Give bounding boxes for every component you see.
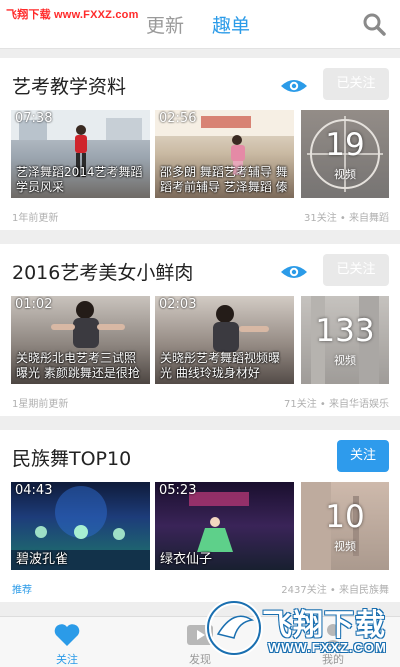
eye-icon	[281, 80, 307, 92]
video-caption: 关晓彤艺考舞蹈视频曝光 曲线玲珑身材好	[160, 351, 281, 380]
video-duration: 01:02	[15, 297, 53, 312]
nav-label: 关注	[56, 653, 78, 666]
video-count-label: 视频	[334, 354, 356, 367]
video-caption: 关晓彤北电艺考三试照曝光 素颜跳舞还是很抢	[16, 351, 140, 380]
video-thumbnail[interactable]: 01:02 关晓彤北电艺考三试照曝光 素颜跳舞还是很抢	[11, 296, 150, 384]
video-thumbnail[interactable]: 07:38 艺泽舞蹈2014艺考舞蹈学员风采	[11, 110, 150, 198]
video-duration: 07:38	[15, 111, 53, 126]
followed-button[interactable]: 已关注	[323, 68, 389, 100]
tab-updates[interactable]: 更新	[146, 11, 184, 38]
play-icon	[187, 625, 213, 645]
heart-icon	[54, 624, 80, 646]
nav-discover[interactable]: 发现	[160, 617, 240, 667]
tab-lists[interactable]: 趣单	[212, 11, 250, 38]
video-count-label: 视频	[334, 540, 356, 553]
person-icon	[322, 624, 344, 647]
video-duration: 02:03	[159, 297, 197, 312]
eye-icon	[281, 266, 307, 278]
video-caption: 邵多朗 舞蹈艺考辅导 舞蹈考前辅导 艺泽舞蹈 傣	[160, 165, 288, 194]
video-duration: 04:43	[15, 483, 53, 498]
more-videos-tile[interactable]: 10 视频	[301, 482, 389, 570]
nav-follow[interactable]: 关注	[27, 617, 107, 667]
video-caption: 艺泽舞蹈2014艺考舞蹈学员风采	[16, 165, 143, 194]
nav-label: 发现	[189, 653, 211, 666]
video-count-label: 视频	[334, 168, 356, 181]
card-title[interactable]: 民族舞TOP10	[12, 444, 131, 471]
nav-me[interactable]: 我的	[293, 617, 373, 667]
card-title[interactable]: 2016艺考美女小鲜肉	[12, 258, 193, 285]
video-caption: 碧波孔雀	[16, 552, 69, 567]
video-thumbnail[interactable]: 02:56 邵多朗 舞蹈艺考辅导 舞蹈考前辅导 艺泽舞蹈 傣	[155, 110, 294, 198]
video-count: 19	[325, 127, 365, 163]
follow-stats: 71关注 • 来自华语娱乐	[284, 399, 389, 410]
video-thumbnail[interactable]: 04:43 碧波孔雀	[11, 482, 150, 570]
nav-label: 我的	[322, 653, 344, 666]
video-duration: 05:23	[159, 483, 197, 498]
list-card[interactable]: 艺考教学资料 已关注 07:38 艺泽舞蹈2014艺考舞蹈学员风采 02:56 …	[0, 58, 400, 230]
followed-button[interactable]: 已关注	[323, 254, 389, 286]
video-caption: 绿衣仙子	[160, 552, 213, 567]
video-duration: 02:56	[159, 111, 197, 126]
recommend-tag[interactable]: 推荐	[12, 581, 32, 596]
video-count: 133	[315, 313, 375, 349]
follow-stats: 31关注 • 来自舞蹈	[304, 213, 389, 224]
video-count: 10	[325, 499, 365, 535]
card-title[interactable]: 艺考教学资料	[12, 72, 126, 99]
more-videos-tile[interactable]: 133 视频	[301, 296, 389, 384]
video-thumbnail[interactable]: 02:03 关晓彤艺考舞蹈视频曝光 曲线玲珑身材好	[155, 296, 294, 384]
more-videos-tile[interactable]: 19 视频	[301, 110, 389, 198]
follow-button[interactable]: 关注	[337, 440, 389, 472]
video-thumbnail[interactable]: 05:23 绿衣仙子	[155, 482, 294, 570]
bottom-nav: 关注 发现 我的	[0, 616, 400, 667]
updated-time: 1年前更新	[12, 213, 59, 224]
list-card[interactable]: 民族舞TOP10 关注 04:43 碧波孔雀 05:23 绿衣仙子 10 视频 …	[0, 430, 400, 602]
list-card[interactable]: 2016艺考美女小鲜肉 已关注 01:02 关晓彤北电艺考三试照曝光 素颜跳舞还…	[0, 244, 400, 416]
updated-time: 1星期前更新	[12, 399, 69, 410]
watermark-top: 飞翔下载 www.FXXZ.com	[6, 9, 139, 21]
follow-stats: 2437关注 • 来自民族舞	[281, 585, 389, 596]
search-icon[interactable]	[362, 12, 386, 36]
